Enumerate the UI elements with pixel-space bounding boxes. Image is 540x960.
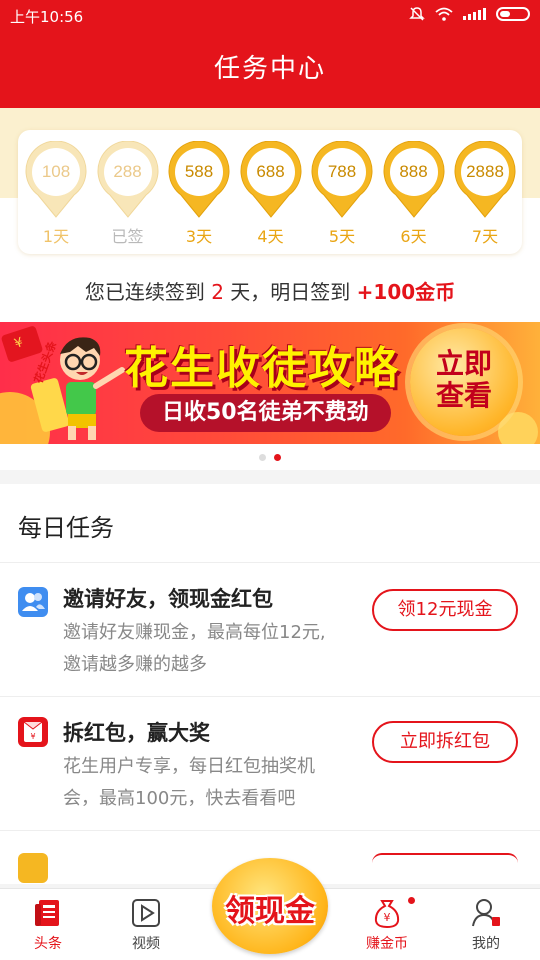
pagination-dot-active[interactable] — [274, 454, 281, 461]
streak-reward: +100金币 — [356, 280, 456, 304]
coin-pin-icon: 2888 — [453, 140, 517, 219]
checkin-day-value: 108 — [41, 162, 71, 181]
open-red-envelope-button[interactable]: 立即拆红包 — [372, 721, 518, 763]
nav-item-earn-coins[interactable]: ¥ 赚金币 — [342, 889, 432, 960]
checkin-day-value: 788 — [327, 162, 357, 181]
claim-cash-button[interactable]: 领12元现金 — [372, 589, 518, 631]
checkin-day-label: 1天 — [42, 227, 70, 246]
checkin-day-label: 3天 — [185, 227, 213, 246]
claim-cash-float-button[interactable]: 领现金 — [208, 858, 332, 960]
coin-pin-icon: 108 — [24, 140, 88, 219]
svg-text:¥: ¥ — [384, 911, 391, 924]
red-envelope-icon: ¥ — [18, 717, 48, 747]
money-bag-icon: ¥ — [374, 900, 400, 929]
battery-icon — [496, 7, 530, 21]
status-bar: 上午10:56 — [0, 0, 540, 30]
checkin-day-value: 288 — [113, 162, 142, 181]
contacts-icon — [18, 587, 48, 617]
checkin-day-label: 6天 — [400, 227, 427, 246]
mute-icon — [409, 7, 425, 21]
task-item-invite[interactable]: 邀请好友，领现金红包 邀请好友赚现金，最高每位12元, 邀请越多赚的越多 领12… — [0, 562, 540, 696]
checkin-day-label: 已签 — [111, 227, 144, 246]
checkin-day-6[interactable]: 888 6天 — [382, 140, 446, 251]
checkin-days: 108 1天 288 已签 588 3天 688 4天 788 5天 888 6天 2888 7天 — [24, 140, 518, 251]
wifi-icon — [435, 7, 453, 21]
checkin-day-3[interactable]: 588 3天 — [167, 140, 231, 251]
checkin-day-5[interactable]: 788 5天 — [310, 140, 374, 251]
nav-label: 头条 — [34, 936, 62, 952]
checkin-day-value: 688 — [256, 162, 285, 181]
checkin-day-4[interactable]: 688 4天 — [239, 140, 303, 251]
app-header: 任务中心 — [0, 30, 540, 108]
daily-tasks-section: 每日任务 邀请好友，领现金红包 邀请好友赚现金，最高每位12元, 邀请越多赚的越… — [0, 484, 540, 884]
banner-view-now-button[interactable]: 立即 查看 — [410, 328, 518, 436]
nav-label: 视频 — [132, 936, 160, 952]
nav-item-video[interactable]: 视频 — [101, 889, 191, 960]
checkin-day-2[interactable]: 288 已签 — [96, 140, 160, 251]
checkin-day-label: 7天 — [471, 227, 499, 246]
checkin-day-7[interactable]: 2888 7天 — [453, 140, 517, 251]
banner-title: 花生收徒攻略 — [124, 343, 400, 394]
checkin-day-1[interactable]: 108 1天 — [24, 140, 88, 251]
checkin-streak-text: 您已连续签到 2 天，明日签到 +100金币 — [0, 276, 540, 305]
banner-pagination — [0, 454, 540, 461]
status-icons — [409, 6, 530, 22]
task-title: 拆红包，赢大奖 — [63, 721, 210, 745]
coin-pin-icon: 788 — [310, 140, 374, 219]
checkin-day-value: 2888 — [466, 162, 504, 181]
task-description: 花生用户专享，每日红包抽奖机 会，最高100元，快去看看吧 — [63, 756, 315, 809]
notification-dot — [408, 897, 415, 904]
svg-text:¥: ¥ — [30, 732, 35, 741]
task-title: 邀请好友，领现金红包 — [63, 587, 273, 611]
streak-days: 2 — [211, 280, 224, 304]
status-time: 上午10:56 — [10, 8, 84, 26]
checkin-day-label: 5天 — [328, 227, 356, 246]
nav-label: 赚金币 — [366, 936, 408, 952]
news-icon — [35, 900, 59, 926]
signal-icon — [463, 8, 486, 20]
banner-cta-line2: 查看 — [435, 379, 492, 412]
daily-tasks-heading: 每日任务 — [18, 514, 114, 542]
task-item-red-envelope[interactable]: ¥ 拆红包，赢大奖 花生用户专享，每日红包抽奖机 会，最高100元，快去看看吧 … — [0, 696, 540, 830]
checkin-day-value: 588 — [184, 162, 214, 181]
promo-banner[interactable]: 花生头条 花生收徒攻略 日收50名徒弟不费劲 立即 查看 — [0, 322, 540, 444]
streak-mid: 天，明日签到 — [230, 280, 351, 304]
task-description: 邀请好友赚现金，最高每位12元, 邀请越多赚的越多 — [63, 622, 326, 675]
nav-label: 我的 — [472, 936, 500, 952]
coin-pin-icon: 688 — [239, 140, 303, 219]
nav-item-news[interactable]: 头条 — [3, 889, 93, 960]
pagination-dot[interactable] — [259, 454, 266, 461]
banner-cta-line1: 立即 — [435, 347, 492, 380]
nav-item-me[interactable]: 我的 — [441, 889, 531, 960]
banner-subtitle: 日收50名徒弟不费劲 — [140, 394, 391, 432]
checkin-day-value: 888 — [399, 162, 428, 181]
page-title: 任务中心 — [213, 54, 326, 84]
streak-prefix: 您已连续签到 — [84, 280, 205, 304]
task-icon — [18, 853, 48, 883]
coin-pin-icon: 588 — [167, 140, 231, 219]
coin-pin-icon: 888 — [382, 140, 446, 219]
profile-icon — [472, 899, 500, 927]
float-button-label: 领现金 — [225, 894, 315, 929]
checkin-day-label: 4天 — [257, 227, 284, 246]
coin-pin-icon: 288 — [96, 140, 160, 219]
play-icon — [132, 899, 160, 927]
